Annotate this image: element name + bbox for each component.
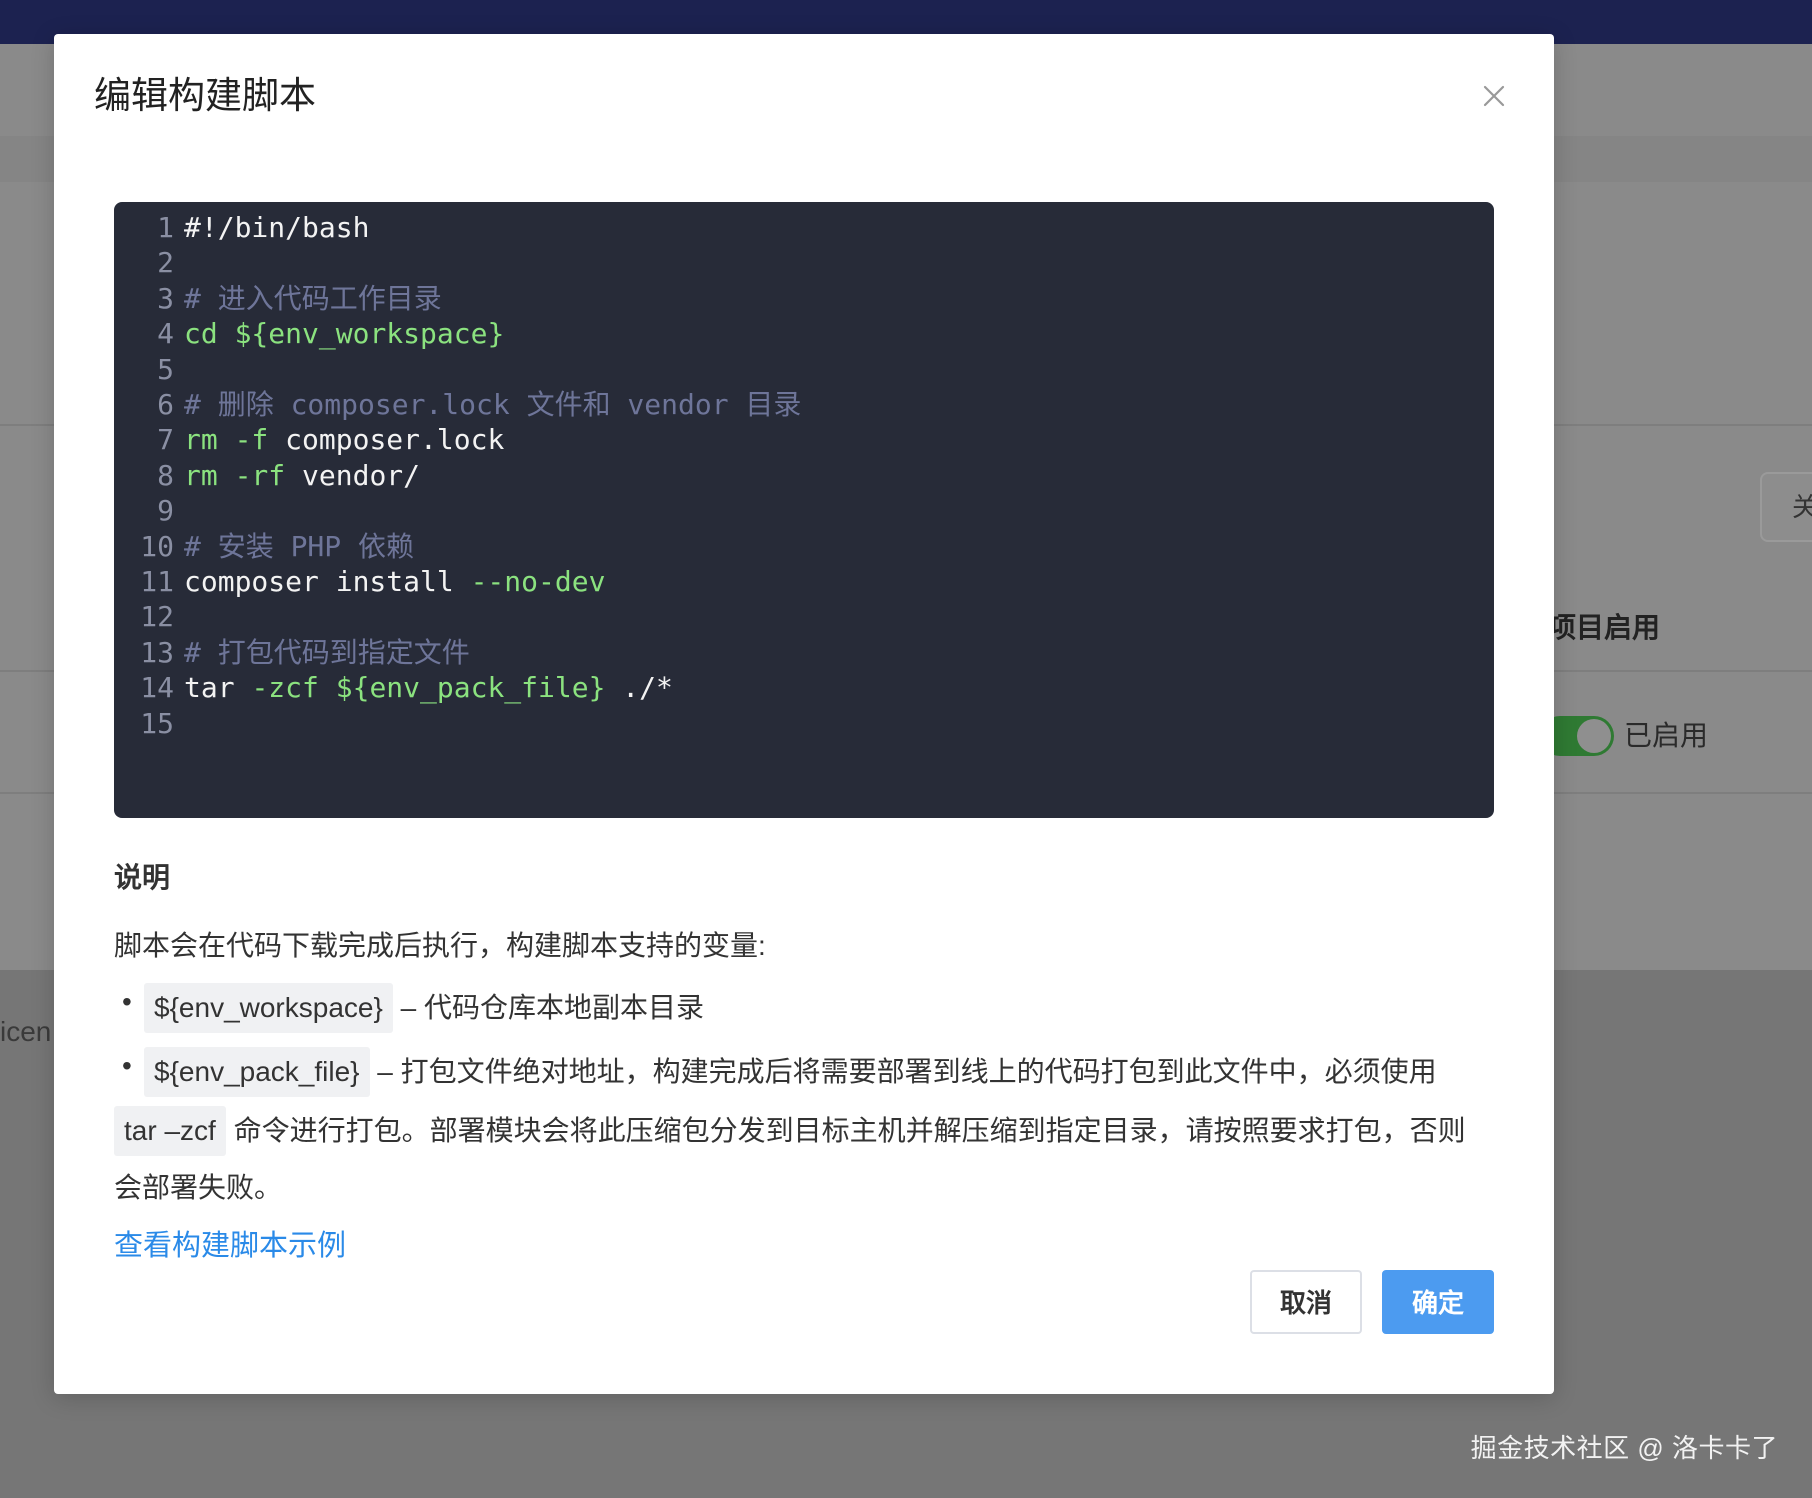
toggle-knob <box>1577 719 1611 753</box>
background-toggle-label: 已启用 <box>1624 720 1709 751</box>
code-line: 12 <box>114 599 184 635</box>
line-number: 14 <box>140 671 174 705</box>
code-line: 11 composer install --no-dev <box>114 564 605 600</box>
line-number: 9 <box>157 494 174 528</box>
code-line: 4 cd ${env_workspace} <box>114 316 504 352</box>
watermark: 掘金技术社区 @ 洛卡卡了 <box>1470 1433 1778 1463</box>
code-line: 3 # 进入代码工作目录 <box>114 281 442 317</box>
code-token: # 打包代码到指定文件 <box>184 635 470 669</box>
code-token: tar <box>184 671 252 705</box>
code-token: # 进入代码工作目录 <box>184 281 442 315</box>
code-line: 2 <box>114 245 184 281</box>
code-token: --no-dev <box>470 565 606 598</box>
code-token: composer install <box>184 565 471 598</box>
variable-item-pack-file: ${env_pack_file} – 打包文件绝对地址，构建完成后将需要部署到线… <box>144 1046 1437 1098</box>
code-token: -rf <box>234 458 303 492</box>
code-token: # 安装 PHP 依赖 <box>184 529 415 563</box>
bullet: • <box>122 1050 132 1081</box>
line-number: 10 <box>140 529 174 563</box>
close-icon <box>1483 85 1505 107</box>
code-editor[interactable]: 1 #!/bin/bash 2 3 # 进入代码工作目录 4 cd ${env_worksp… <box>114 202 1494 818</box>
code-token: rm <box>184 423 235 457</box>
code-token: composer.lock <box>285 423 505 457</box>
variable-item-workspace: ${env_workspace} – 代码仓库本地副本目录 <box>144 982 704 1034</box>
code-line: 13 # 打包代码到指定文件 <box>114 635 470 671</box>
background-side-button: 关 <box>1760 472 1812 542</box>
code-token: rm <box>184 458 235 492</box>
background-section-heading: 项目启用 <box>1548 612 1661 643</box>
code-token: -zcf <box>251 671 336 705</box>
line-number: 1 <box>157 211 174 244</box>
variable-item-pack-file-continued: tar –zcf 命令进行打包。部署模块会将此压缩包分发到目标主机并解压缩到指定… <box>114 1105 1466 1157</box>
code-line: 7 rm -f composer.lock <box>114 422 504 458</box>
code-line: 1 #!/bin/bash <box>114 210 369 246</box>
code-token: ./* <box>605 671 673 705</box>
variable-description: – 打包文件绝对地址，构建完成后将需要部署到线上的代码打包到此文件中，必须使用 <box>369 1056 1437 1087</box>
background-clipped-text: icen <box>0 1016 52 1047</box>
line-number: 12 <box>140 600 174 634</box>
confirm-button[interactable]: 确定 <box>1382 1270 1494 1334</box>
line-number: 15 <box>140 706 174 740</box>
code-token: ${env_pack_file} <box>335 671 606 705</box>
variable-chip: ${env_workspace} <box>144 983 393 1033</box>
cancel-button[interactable]: 取消 <box>1250 1270 1362 1334</box>
code-token: # 删除 composer.lock 文件和 vendor 目录 <box>184 388 802 421</box>
line-number: 7 <box>157 423 174 457</box>
close-button[interactable] <box>1472 74 1516 118</box>
line-number: 5 <box>157 352 174 386</box>
command-description: 命令进行打包。部署模块会将此压缩包分发到目标主机并解压缩到指定目录，请按照要求打… <box>225 1115 1466 1146</box>
code-token: #!/bin/bash <box>184 211 370 244</box>
code-line: 10 # 安装 PHP 依赖 <box>114 529 414 565</box>
description-tail: 会部署失败。 <box>114 1172 283 1203</box>
description-heading: 说明 <box>114 862 171 893</box>
code-token: cd <box>184 317 235 351</box>
edit-build-script-dialog: 编辑构建脚本 1 #!/bin/bash 2 3 # 进入代码工作目录 4 cd ${env… <box>54 34 1554 1394</box>
description-intro: 脚本会在代码下载完成后执行，构建脚本支持的变量: <box>114 930 766 961</box>
variable-chip: ${env_pack_file} <box>144 1047 370 1097</box>
line-number: 6 <box>157 388 174 421</box>
code-line: 9 <box>114 493 184 529</box>
line-number: 4 <box>157 317 174 351</box>
line-number: 3 <box>157 281 174 315</box>
code-line: 6 # 删除 composer.lock 文件和 vendor 目录 <box>114 387 801 423</box>
code-line: 15 <box>114 706 184 742</box>
line-number: 8 <box>157 458 174 492</box>
line-number: 2 <box>157 246 174 280</box>
bullet: • <box>122 986 132 1017</box>
variable-description: – 代码仓库本地副本目录 <box>392 992 704 1023</box>
line-number: 11 <box>140 565 174 598</box>
code-token: ${env_workspace} <box>234 317 505 351</box>
code-line: 5 <box>114 352 184 388</box>
dialog-title: 编辑构建脚本 <box>94 75 316 116</box>
code-token: vendor/ <box>302 458 421 492</box>
command-chip: tar –zcf <box>114 1106 226 1156</box>
view-example-link[interactable]: 查看构建脚本示例 <box>114 1222 346 1264</box>
code-token: -f <box>234 423 286 457</box>
code-line: 8 rm -rf vendor/ <box>114 458 420 494</box>
code-line: 14 tar -zcf ${env_pack_file} ./* <box>114 670 673 706</box>
line-number: 13 <box>140 635 174 669</box>
